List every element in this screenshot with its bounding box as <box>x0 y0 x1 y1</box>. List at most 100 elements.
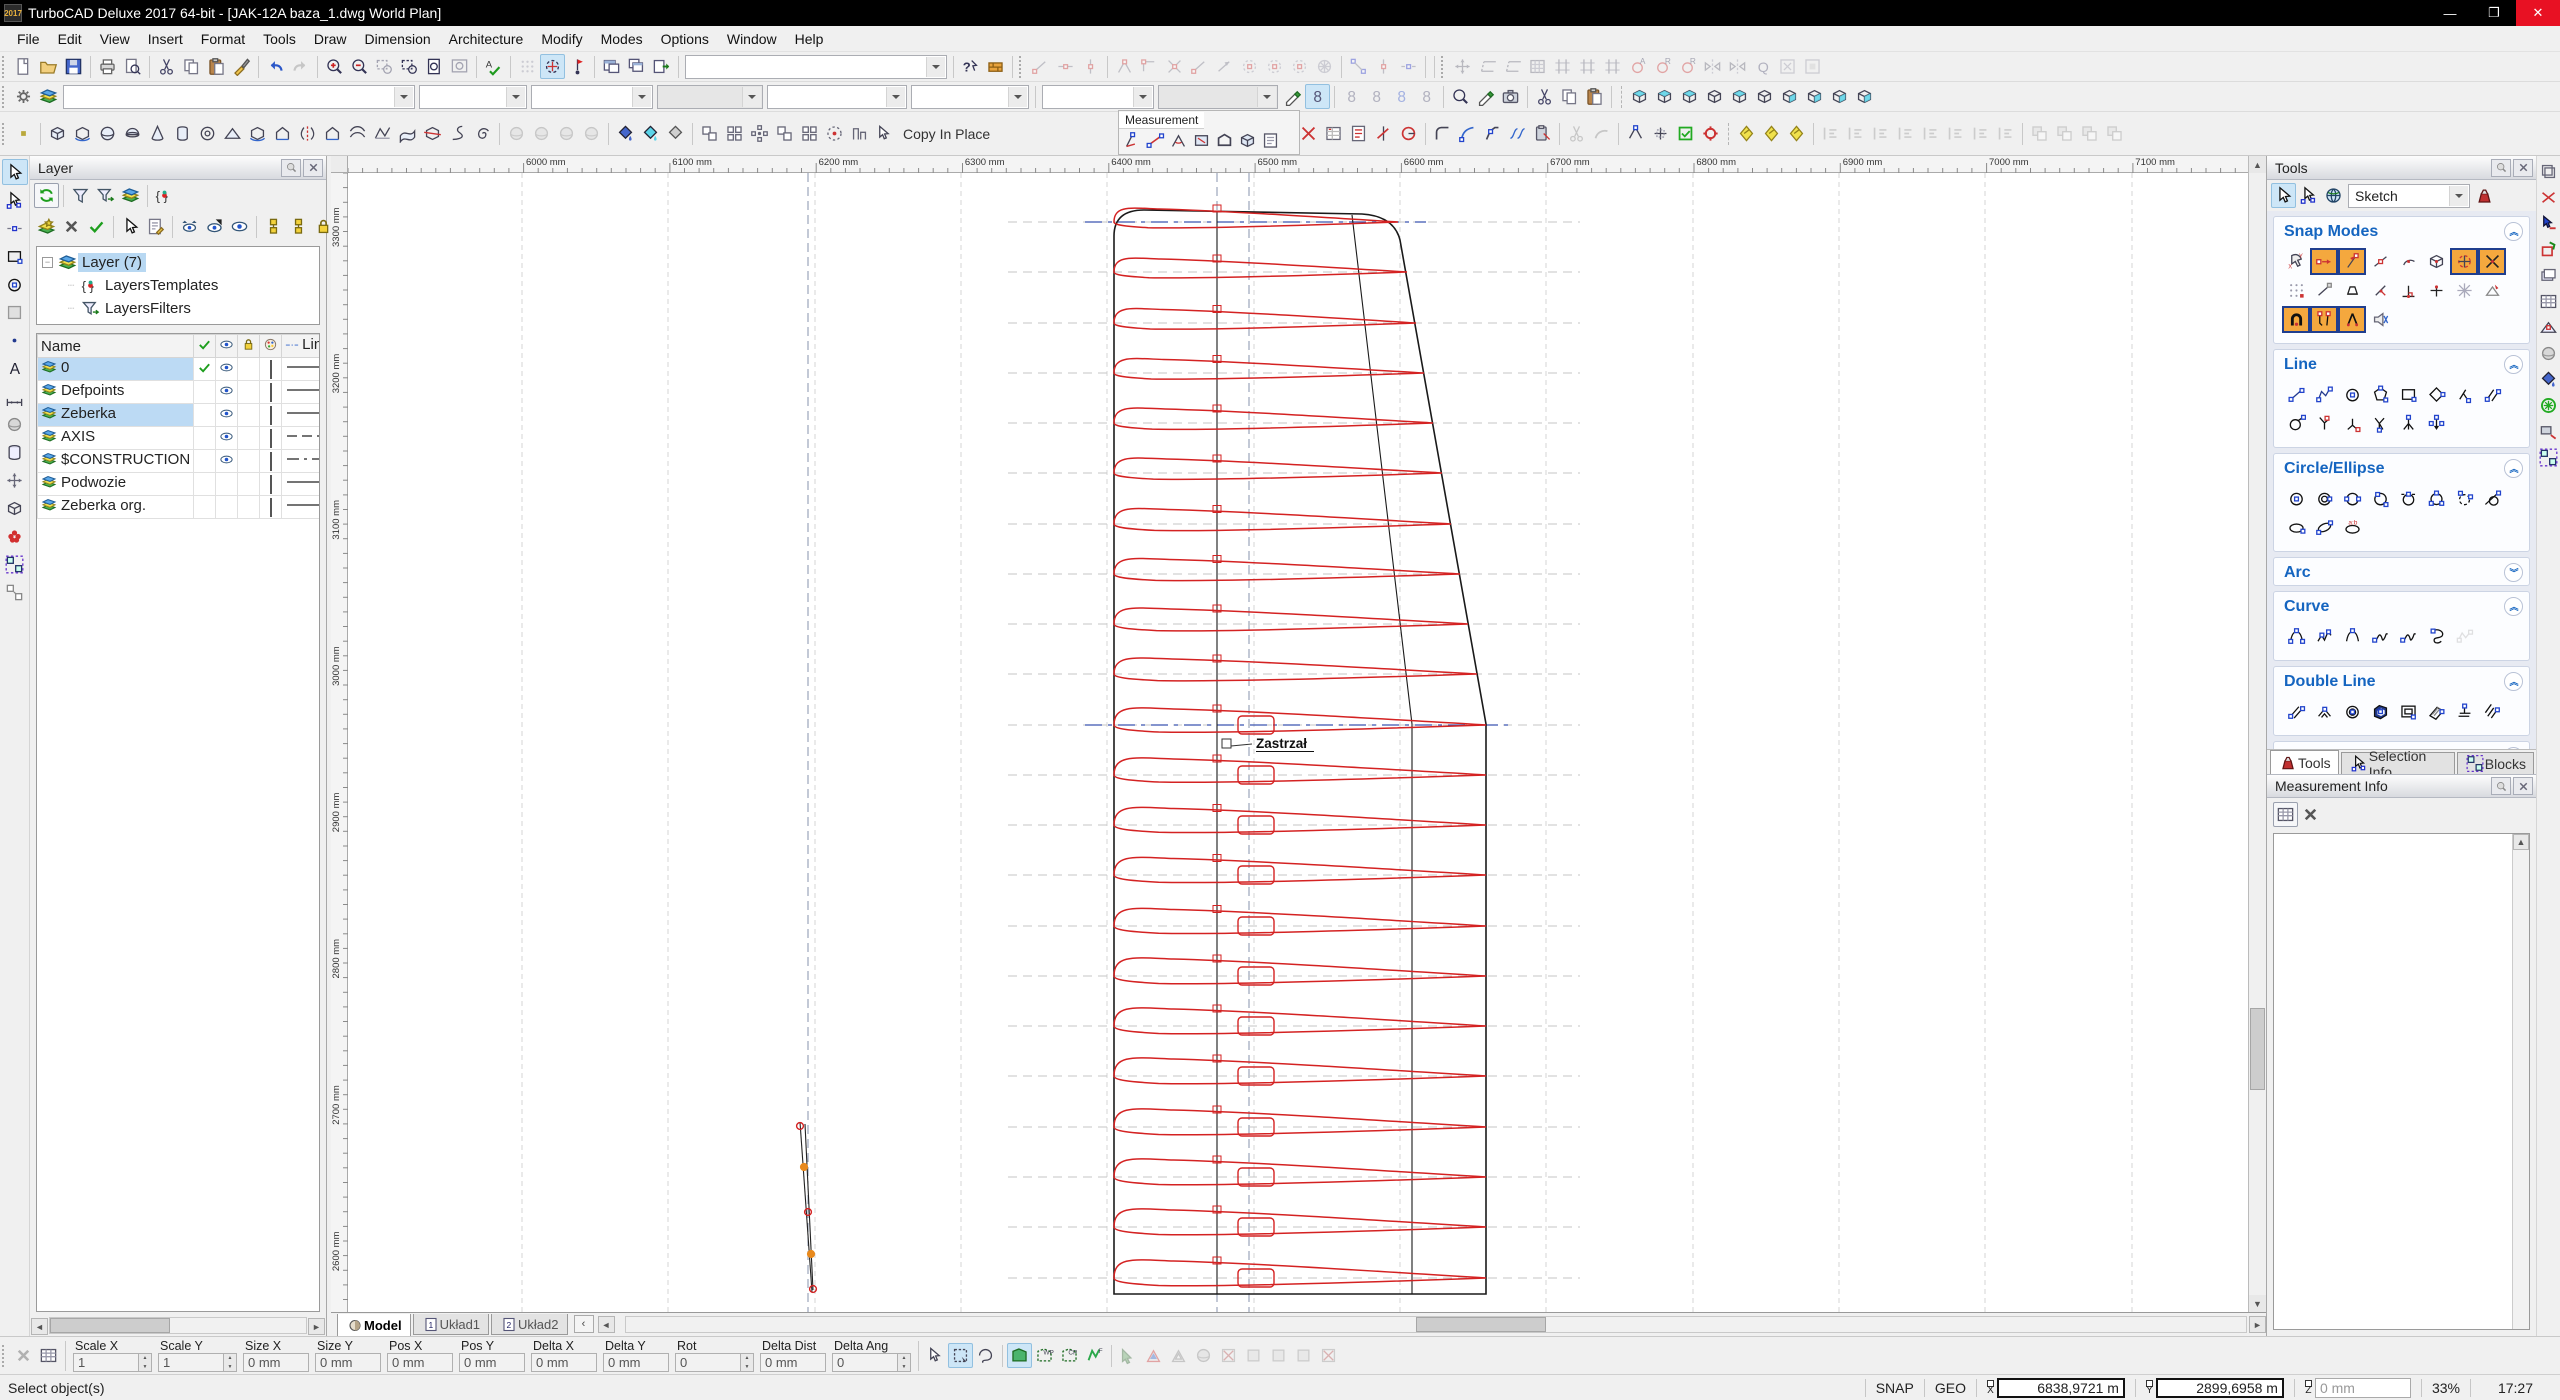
copy-radial-icon[interactable] <box>747 121 772 146</box>
circle-rotated-icon[interactable] <box>2450 485 2478 512</box>
facet-gray-icon[interactable] <box>663 121 688 146</box>
snap-none-icon[interactable]: YX <box>2282 248 2310 275</box>
field-spinner[interactable]: ▲ ▼ <box>139 1353 152 1372</box>
canvas-scroll-left[interactable]: ◄ <box>597 1316 615 1333</box>
section-title[interactable]: Double Line ︽ <box>2274 667 2529 694</box>
field-input[interactable] <box>387 1353 453 1372</box>
measure-sheet-icon[interactable] <box>1346 121 1371 146</box>
layer-color-cell[interactable] <box>259 357 283 381</box>
layer-name[interactable]: $CONSTRUCTION <box>37 449 195 473</box>
3d-sweep-icon[interactable] <box>320 121 345 146</box>
rt-camera-move-icon[interactable] <box>2538 419 2560 443</box>
open-file-icon[interactable] <box>36 54 61 79</box>
double-circle-icon[interactable] <box>2338 698 2366 725</box>
layer-linestyle-cell[interactable] <box>281 495 319 519</box>
3d-hemisphere-icon[interactable] <box>120 121 145 146</box>
copy-mirror-icon[interactable] <box>772 121 797 146</box>
chevron-down-icon[interactable] <box>506 86 525 107</box>
toolbar-drag-handle[interactable] <box>2 55 7 78</box>
layer-row[interactable]: AXIS <box>37 426 319 450</box>
layer-show-all-icon[interactable] <box>177 214 202 239</box>
layer-linestyle-cell[interactable] <box>281 357 319 381</box>
3d-surface-icon[interactable] <box>395 121 420 146</box>
layer-visible-cell[interactable] <box>215 403 239 427</box>
layer-lock-cell[interactable] <box>237 380 261 404</box>
layer-color-cell[interactable] <box>259 449 283 473</box>
chevron-down-icon[interactable] <box>742 86 761 107</box>
field-input[interactable] <box>832 1353 898 1372</box>
copy-vector-icon[interactable] <box>797 121 822 146</box>
double-polyline-icon[interactable] <box>2310 698 2338 725</box>
section-title[interactable]: Multiline︾ <box>2274 742 2529 749</box>
curve-clipboard-icon[interactable] <box>1530 121 1555 146</box>
menu-modify[interactable]: Modify <box>532 28 591 50</box>
ellipse-rotated-icon[interactable] <box>2310 514 2338 541</box>
collapse-chevron-icon[interactable]: ︽ <box>2504 672 2523 691</box>
layer-lock-2-icon[interactable] <box>286 214 311 239</box>
canvas-vscroll-thumb[interactable] <box>2250 1008 2265 1090</box>
tool-node-edit-icon[interactable] <box>2 187 28 213</box>
line-tangent-from-arc-icon[interactable] <box>2310 410 2338 437</box>
line-perpendicular-from-icon[interactable] <box>2366 410 2394 437</box>
layer-manager-icon[interactable] <box>36 84 61 109</box>
cascade-windows-icon[interactable] <box>624 54 649 79</box>
layer-row[interactable]: Defpoints <box>37 380 319 404</box>
field-input[interactable] <box>675 1353 741 1372</box>
measure-circle-icon[interactable] <box>1396 121 1421 146</box>
line-rotated-rectangle-icon[interactable] <box>2422 381 2450 408</box>
layer-color-cell[interactable] <box>259 426 283 450</box>
snap-perpendicular-icon[interactable] <box>2394 277 2422 304</box>
rt-sphere-icon[interactable] <box>2538 341 2560 365</box>
edit-tool-icon[interactable] <box>1473 84 1498 109</box>
layer-tree-item[interactable]: − Layer (7) <box>39 251 317 274</box>
tool-3d-box-icon[interactable] <box>2 495 28 521</box>
layer-scroll-right[interactable]: ► <box>308 1318 325 1335</box>
rt-copy-stack-icon[interactable] <box>2538 159 2560 183</box>
context-help-icon[interactable]: ? <box>958 54 983 79</box>
style-combo[interactable] <box>1042 84 1154 109</box>
tp-node-select-icon[interactable] <box>2296 183 2321 208</box>
3d-helix-icon[interactable] <box>445 121 470 146</box>
3d-rotate-icon[interactable] <box>70 121 95 146</box>
red-target-icon[interactable] <box>1698 121 1723 146</box>
workplane-front-icon[interactable] <box>1652 84 1677 109</box>
pin-icon[interactable] <box>2491 158 2511 177</box>
minfo-table-icon[interactable] <box>2273 802 2298 827</box>
rt-workplane-icon[interactable] <box>2538 315 2560 339</box>
zoom-selection-icon[interactable] <box>1448 84 1473 109</box>
layer-row[interactable]: Zeberka org. <box>37 495 319 519</box>
tool-ungroup-icon[interactable] <box>2 579 28 605</box>
layer-active-cell[interactable] <box>193 449 217 473</box>
layer-row[interactable]: $CONSTRUCTION <box>37 449 319 473</box>
select-cp-icon[interactable]: CP <box>1057 1343 1082 1368</box>
zoom-window-icon[interactable] <box>397 54 422 79</box>
layer-lock-cell[interactable] <box>237 426 261 450</box>
property-settings-icon[interactable] <box>11 84 36 109</box>
rt-table-icon[interactable] <box>2538 289 2560 313</box>
text-style-combo[interactable] <box>1158 84 1278 109</box>
line-bisector-icon[interactable] <box>2394 410 2422 437</box>
3d-cone-icon[interactable] <box>145 121 170 146</box>
layer-active-cell[interactable] <box>193 495 217 519</box>
facet-blue-icon[interactable] <box>613 121 638 146</box>
layer-visible-cell[interactable] <box>215 426 239 450</box>
layer-refresh-icon[interactable] <box>34 183 59 208</box>
chevron-down-icon[interactable] <box>1133 86 1152 107</box>
collapse-chevron-icon[interactable]: ︽ <box>2504 459 2523 478</box>
snap-intersection-icon[interactable] <box>2478 248 2506 275</box>
line-polygon-icon[interactable] <box>2366 381 2394 408</box>
format-painter-icon[interactable] <box>229 54 254 79</box>
field-input[interactable] <box>243 1353 309 1372</box>
copy-fit-icon[interactable] <box>822 121 847 146</box>
section-title[interactable]: Line ︽ <box>2274 350 2529 377</box>
tool-sphere-icon[interactable] <box>2 411 28 437</box>
snap-point-icon[interactable] <box>2310 248 2338 275</box>
tp-sketch-tools-icon[interactable] <box>2472 183 2497 208</box>
copy-array-icon[interactable] <box>722 121 747 146</box>
qm-tool-2-icon[interactable] <box>1759 121 1784 146</box>
line-perpendicular-icon[interactable] <box>2450 381 2478 408</box>
block-tool-icon[interactable] <box>983 54 1008 79</box>
3d-revolve-icon[interactable] <box>295 121 320 146</box>
layer-linestyle-cell[interactable] <box>281 426 319 450</box>
curve-bezier-icon[interactable] <box>2282 623 2310 650</box>
